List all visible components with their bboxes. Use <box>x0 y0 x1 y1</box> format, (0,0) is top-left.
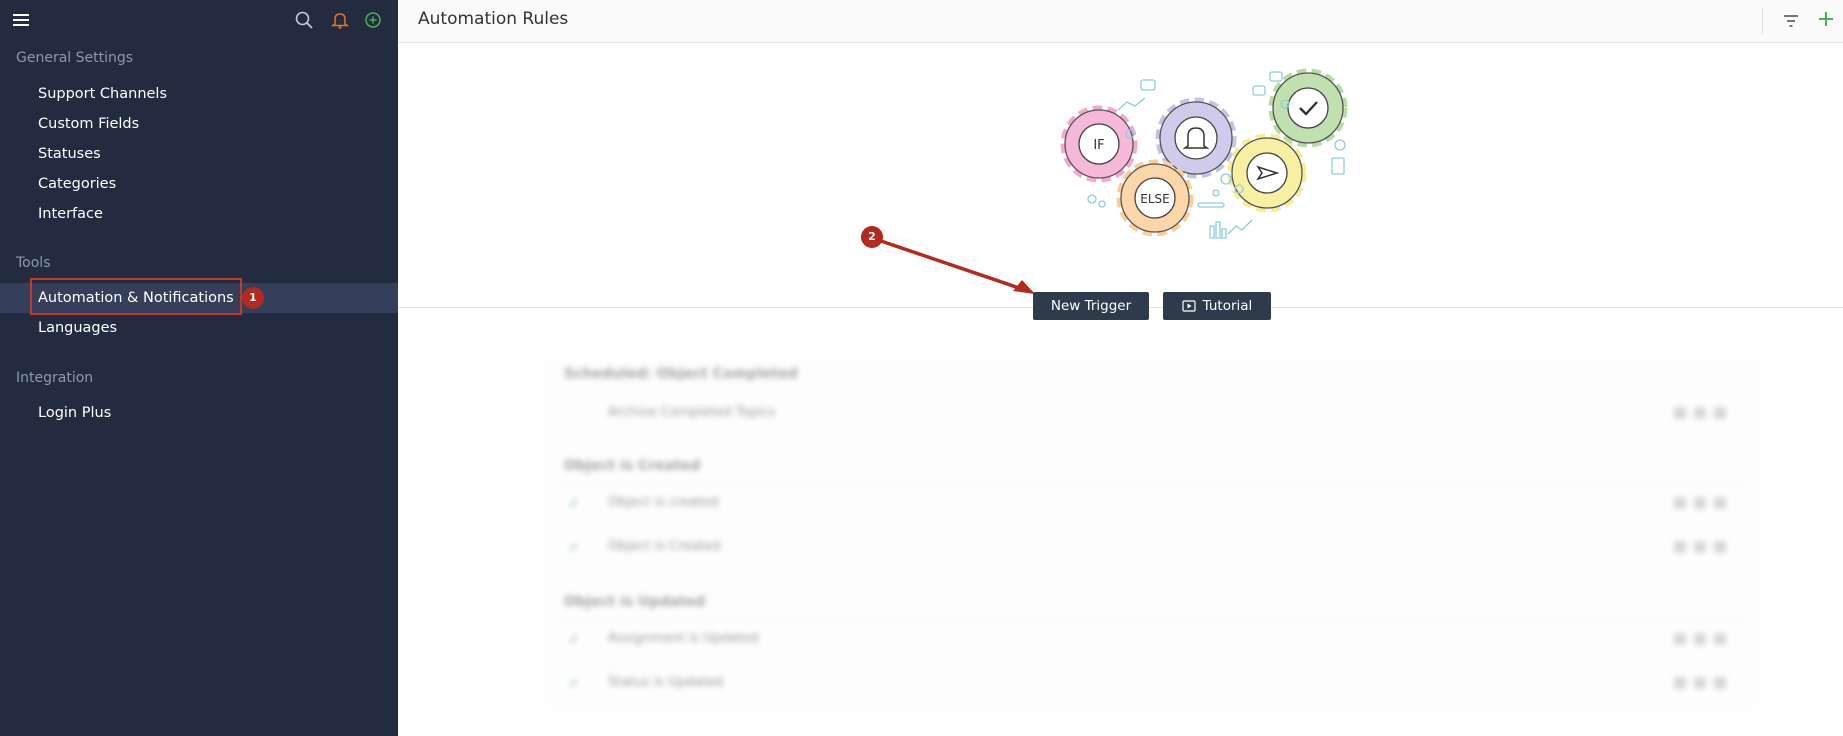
annotation-badge-2: 2 <box>861 226 883 248</box>
row-actions[interactable] <box>1674 633 1726 645</box>
page-title: Automation Rules <box>418 9 569 29</box>
rule-name: Object is Created <box>608 539 721 554</box>
sidebar-item-custom-fields[interactable]: Custom Fields <box>0 109 398 139</box>
sidebar-item-statuses[interactable]: Statuses <box>0 139 398 169</box>
hamburger-menu-icon[interactable] <box>10 9 32 31</box>
else-label: ELSE <box>1140 192 1169 206</box>
filter-icon[interactable] <box>1781 11 1801 35</box>
row-actions[interactable] <box>1674 677 1726 689</box>
rule-name: Object is created <box>608 495 719 510</box>
table-row[interactable]: Archive Completed Topics <box>556 393 1746 433</box>
enabled-check-icon: ✓ <box>568 630 581 648</box>
rule-group-title: Scheduled: Object Completed <box>564 366 798 382</box>
sidebar-item-login-plus[interactable]: Login Plus <box>0 398 398 428</box>
sidebar: General Settings Support Channels Custom… <box>0 0 398 736</box>
table-row[interactable]: ✓ Object is created <box>556 483 1746 523</box>
sidebar-item-interface[interactable]: Interface <box>0 199 398 229</box>
table-row[interactable]: ✓ Object is Created <box>556 527 1746 567</box>
rule-group-title: Object is Updated <box>564 594 706 610</box>
automation-gears-illustration: IF ELSE <box>1060 68 1348 239</box>
header-divider <box>1762 8 1763 34</box>
rule-name: Archive Completed Topics <box>608 405 776 420</box>
enabled-check-icon: ✓ <box>568 494 581 512</box>
bell-icon[interactable] <box>329 9 351 31</box>
rule-group-title: Object is Created <box>564 458 701 474</box>
row-actions[interactable] <box>1674 407 1726 419</box>
section-integration: Integration <box>16 370 94 386</box>
automation-rules-list: Scheduled: Object Completed Archive Comp… <box>544 355 1760 715</box>
rule-name: Assignment is Updated <box>608 631 759 646</box>
row-actions[interactable] <box>1674 497 1726 509</box>
annotation-badge-1: 1 <box>242 287 264 309</box>
new-trigger-label: New Trigger <box>1050 298 1132 314</box>
add-circle-icon[interactable] <box>362 9 384 31</box>
add-icon[interactable] <box>1815 8 1837 34</box>
section-tools: Tools <box>16 255 51 271</box>
table-row[interactable]: ✓ Status is Updated <box>556 663 1746 703</box>
annotation-arrow <box>880 239 1035 294</box>
sidebar-item-categories[interactable]: Categories <box>0 169 398 199</box>
sidebar-item-languages[interactable]: Languages <box>0 313 398 343</box>
annotation-highlight-box <box>30 278 242 315</box>
tutorial-label: Tutorial <box>1202 298 1253 314</box>
main-content: Automation Rules IF ELSE 2 New Trigger T… <box>398 0 1843 736</box>
sidebar-item-support-channels[interactable]: Support Channels <box>0 79 398 109</box>
if-label: IF <box>1093 138 1104 153</box>
search-icon[interactable] <box>293 9 315 31</box>
enabled-check-icon: ✓ <box>568 674 581 692</box>
rule-name: Status is Updated <box>608 675 724 690</box>
sidebar-toolbar <box>0 0 398 40</box>
tutorial-button[interactable]: Tutorial <box>1163 292 1271 320</box>
section-general-settings: General Settings <box>16 50 134 66</box>
page-header: Automation Rules <box>398 0 1843 43</box>
table-row[interactable]: ✓ Assignment is Updated <box>556 619 1746 659</box>
play-video-icon <box>1182 300 1196 312</box>
new-trigger-button[interactable]: New Trigger <box>1033 292 1149 320</box>
row-actions[interactable] <box>1674 541 1726 553</box>
enabled-check-icon: ✓ <box>568 538 581 556</box>
